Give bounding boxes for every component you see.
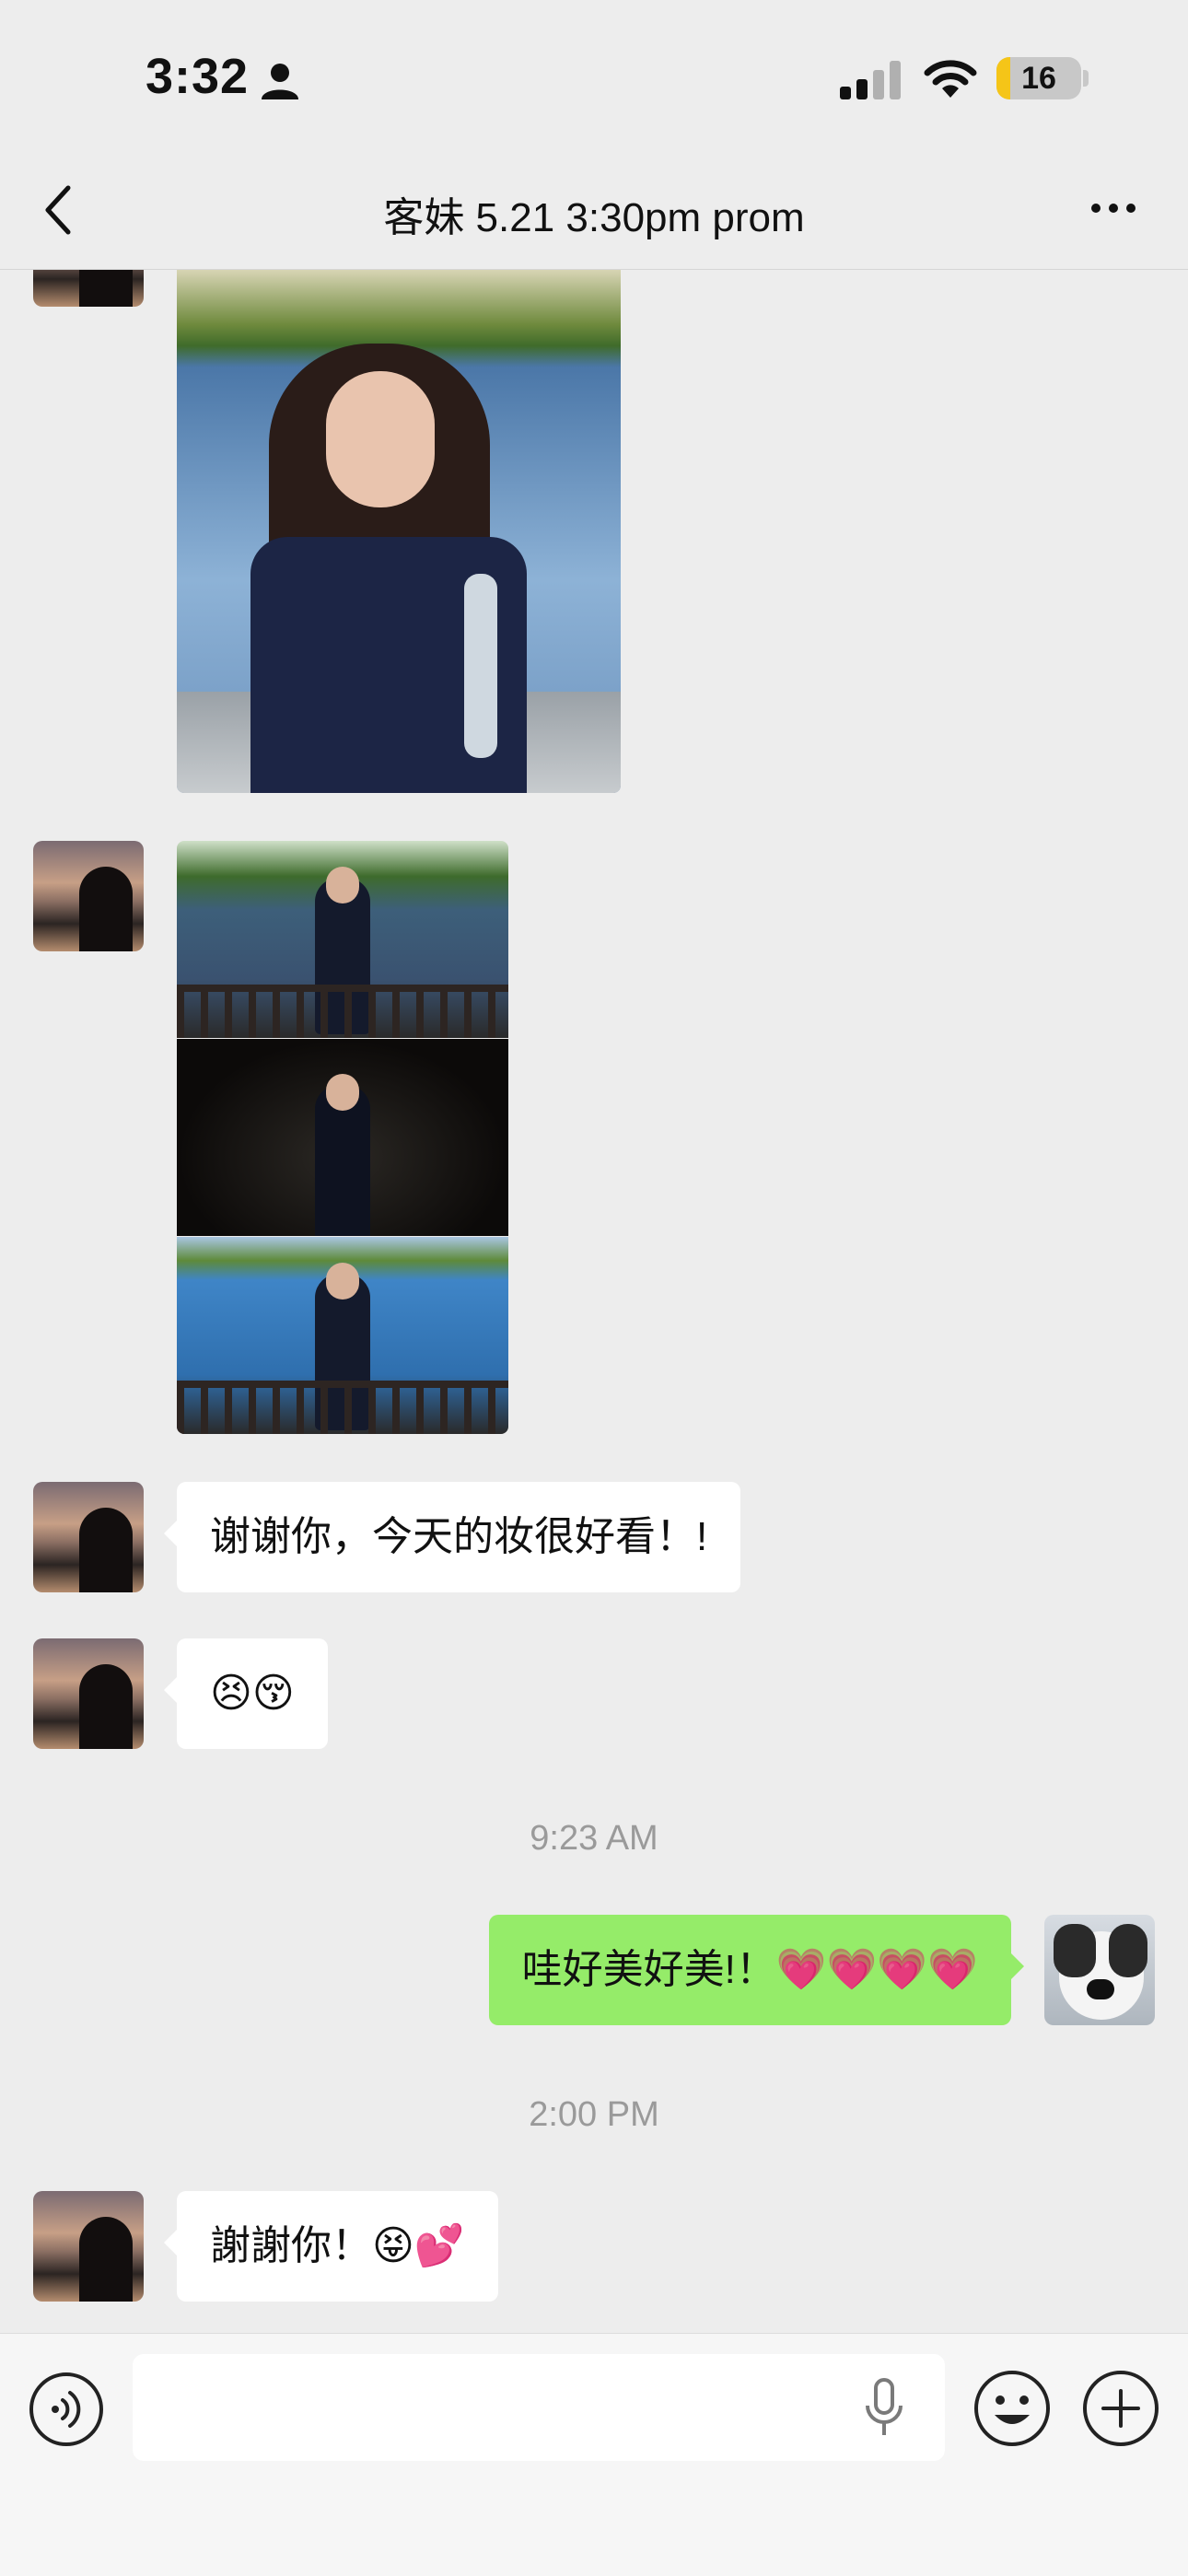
chat-header: 客妹 5.21 3:30pm prom bbox=[0, 157, 1188, 270]
photo-thumbnail[interactable] bbox=[177, 841, 508, 1038]
voice-icon[interactable] bbox=[28, 2371, 105, 2448]
battery-charging-icon: 16 bbox=[996, 57, 1081, 99]
avatar[interactable] bbox=[33, 841, 144, 951]
plus-icon[interactable] bbox=[1081, 2369, 1160, 2448]
message-input[interactable] bbox=[133, 2354, 945, 2461]
message-bubble[interactable]: 謝謝你！😝💕 bbox=[164, 2191, 498, 2302]
signal-icon bbox=[840, 61, 901, 99]
status-bar: 3:32 16 bbox=[0, 0, 1188, 157]
avatar[interactable] bbox=[33, 1482, 144, 1592]
battery-level: 16 bbox=[1021, 61, 1056, 96]
my-message-bubble[interactable]: 哇好美好美!！💗💗💗💗 bbox=[488, 1915, 1025, 2025]
microphone-icon[interactable] bbox=[860, 2378, 908, 2439]
ellipsis-icon[interactable] bbox=[1089, 199, 1138, 217]
photo-thumbnail[interactable] bbox=[177, 1237, 508, 1434]
message-timestamp: 9:23 AM bbox=[530, 1819, 658, 1858]
message-list[interactable]: 谢谢你，今天的妆很好看！! 😣😚 9:23 AM 哇好美好美!！💗💗💗💗 2:0… bbox=[0, 270, 1188, 2333]
input-bar bbox=[0, 2333, 1188, 2576]
my-avatar[interactable] bbox=[1044, 1915, 1155, 2025]
photo-thumbnail[interactable] bbox=[177, 1039, 508, 1236]
wifi-icon bbox=[924, 60, 977, 98]
chat-title: 客妹 5.21 3:30pm prom bbox=[383, 195, 805, 240]
message-timestamp: 2:00 PM bbox=[529, 2095, 659, 2134]
avatar[interactable] bbox=[33, 270, 144, 307]
avatar[interactable] bbox=[33, 1638, 144, 1749]
chevron-left-icon[interactable] bbox=[37, 182, 79, 238]
message-bubble[interactable]: 😣😚 bbox=[164, 1638, 328, 1749]
emoji-icon[interactable] bbox=[973, 2369, 1052, 2448]
person-icon bbox=[262, 64, 298, 99]
photo-grid-message[interactable] bbox=[177, 841, 508, 1434]
avatar[interactable] bbox=[33, 2191, 144, 2302]
message-bubble[interactable]: 谢谢你，今天的妆很好看！! bbox=[163, 1482, 741, 1592]
photo-message[interactable] bbox=[177, 270, 621, 793]
battery-tip bbox=[1083, 70, 1089, 87]
status-time: 3:32 bbox=[146, 49, 250, 104]
